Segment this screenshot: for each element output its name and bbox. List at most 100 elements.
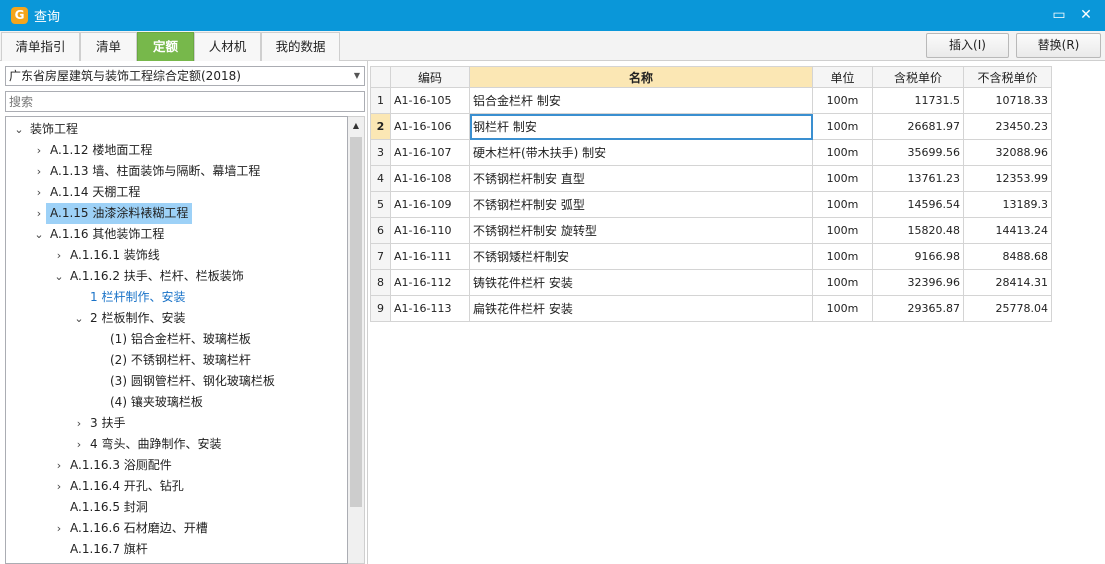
code-cell[interactable]: A1-16-113 xyxy=(390,295,470,322)
price-notax-cell[interactable]: 25778.04 xyxy=(963,295,1052,322)
name-cell[interactable]: 不锈钢栏杆制安 弧型 xyxy=(469,191,813,218)
row-index[interactable]: 9 xyxy=(370,295,391,322)
name-cell[interactable]: 不锈钢矮栏杆制安 xyxy=(469,243,813,270)
price-notax-cell[interactable]: 14413.24 xyxy=(963,217,1052,244)
tree-node[interactable]: 1 栏杆制作、安装 xyxy=(6,287,347,308)
unit-cell[interactable]: 100m xyxy=(812,217,873,244)
row-index[interactable]: 7 xyxy=(370,243,391,270)
chevron-right-icon[interactable]: › xyxy=(32,140,46,161)
chevron-right-icon[interactable]: › xyxy=(52,245,66,266)
tree-node[interactable]: ⌄ 装饰工程 xyxy=(6,119,347,140)
tree-node[interactable]: › A.1.16.3 浴厕配件 xyxy=(6,455,347,476)
unit-cell[interactable]: 100m xyxy=(812,139,873,166)
name-cell[interactable]: 不锈钢栏杆制安 旋转型 xyxy=(469,217,813,244)
tree-node[interactable]: › A.1.16.4 开孔、钻孔 xyxy=(6,476,347,497)
tree-node[interactable]: › A.1.13 墙、柱面装饰与隔断、幕墙工程 xyxy=(6,161,347,182)
tree-node[interactable]: ⌄ A.1.16.2 扶手、栏杆、栏板装饰 xyxy=(6,266,347,287)
column-header-price-tax[interactable]: 含税单价 xyxy=(872,66,964,88)
insert-button[interactable]: 插入(I) xyxy=(926,33,1009,58)
tree-scrollbar[interactable]: ▲ xyxy=(348,116,365,564)
chevron-down-icon[interactable]: ⌄ xyxy=(32,224,46,245)
table-row[interactable]: 3 A1-16-107 硬木栏杆(带木扶手) 制安 100m 35699.56 32088… xyxy=(370,139,1052,166)
name-cell[interactable]: 不锈钢栏杆制安 直型 xyxy=(469,165,813,192)
code-cell[interactable]: A1-16-110 xyxy=(390,217,470,244)
replace-button[interactable]: 替换(R) xyxy=(1016,33,1101,58)
tab-list[interactable]: 清单 xyxy=(80,32,137,61)
row-index[interactable]: 1 xyxy=(370,87,391,114)
tree-node[interactable]: (4) 镶夹玻璃栏板 xyxy=(6,392,347,413)
search-input[interactable] xyxy=(5,91,365,112)
code-cell[interactable]: A1-16-108 xyxy=(390,165,470,192)
row-index[interactable]: 3 xyxy=(370,139,391,166)
price-tax-cell[interactable]: 13761.23 xyxy=(872,165,964,192)
table-row[interactable]: 9 A1-16-113 扁铁花件栏杆 安装 100m 29365.87 25778.04 xyxy=(370,295,1052,322)
price-tax-cell[interactable]: 26681.97 xyxy=(872,113,964,140)
name-cell[interactable]: 钢栏杆 制安 xyxy=(469,113,813,140)
price-notax-cell[interactable]: 10718.33 xyxy=(963,87,1052,114)
unit-cell[interactable]: 100m xyxy=(812,113,873,140)
price-tax-cell[interactable]: 11731.5 xyxy=(872,87,964,114)
table-row[interactable]: 1 A1-16-105 铝合金栏杆 制安 100m 11731.5 10718.33 xyxy=(370,87,1052,114)
chevron-down-icon[interactable]: ⌄ xyxy=(12,119,26,140)
price-notax-cell[interactable]: 13189.3 xyxy=(963,191,1052,218)
name-cell[interactable]: 铸铁花件栏杆 安装 xyxy=(469,269,813,296)
tree-node[interactable]: ⌄ 2 栏板制作、安装 xyxy=(6,308,347,329)
tab-list-guide[interactable]: 清单指引 xyxy=(1,32,80,61)
tree-node[interactable]: › A.1.12 楼地面工程 xyxy=(6,140,347,161)
unit-cell[interactable]: 100m xyxy=(812,165,873,192)
chevron-right-icon[interactable]: › xyxy=(72,413,86,434)
quota-library-select[interactable]: 广东省房屋建筑与装饰工程综合定额(2018) ▼ xyxy=(5,66,365,86)
close-icon[interactable]: ✕ xyxy=(1077,6,1095,24)
chevron-right-icon[interactable]: › xyxy=(32,161,46,182)
tree-node[interactable]: › 3 扶手 xyxy=(6,413,347,434)
row-index[interactable]: 5 xyxy=(370,191,391,218)
price-notax-cell[interactable]: 8488.68 xyxy=(963,243,1052,270)
table-row[interactable]: 7 A1-16-111 不锈钢矮栏杆制安 100m 9166.98 8488.68 xyxy=(370,243,1052,270)
code-cell[interactable]: A1-16-105 xyxy=(390,87,470,114)
row-index[interactable]: 4 xyxy=(370,165,391,192)
tree-node[interactable]: A.1.16.7 旗杆 xyxy=(6,539,347,560)
chevron-right-icon[interactable]: › xyxy=(52,476,66,497)
name-cell[interactable]: 硬木栏杆(带木扶手) 制安 xyxy=(469,139,813,166)
tree-node[interactable]: ⌄ A.1.16 其他装饰工程 xyxy=(6,224,347,245)
table-row[interactable]: 4 A1-16-108 不锈钢栏杆制安 直型 100m 13761.23 12353.99 xyxy=(370,165,1052,192)
chevron-right-icon[interactable]: › xyxy=(52,455,66,476)
price-tax-cell[interactable]: 29365.87 xyxy=(872,295,964,322)
tab-quota[interactable]: 定额 xyxy=(137,32,194,61)
tree-node[interactable]: (2) 不锈钢栏杆、玻璃栏杆 xyxy=(6,350,347,371)
price-notax-cell[interactable]: 28414.31 xyxy=(963,269,1052,296)
tree-node[interactable]: (3) 圆钢管栏杆、钢化玻璃栏板 xyxy=(6,371,347,392)
chevron-right-icon[interactable]: › xyxy=(72,434,86,455)
scroll-up-icon[interactable]: ▲ xyxy=(348,117,364,134)
unit-cell[interactable]: 100m xyxy=(812,295,873,322)
tree-node[interactable]: (1) 铝合金栏杆、玻璃栏板 xyxy=(6,329,347,350)
code-cell[interactable]: A1-16-106 xyxy=(390,113,470,140)
code-cell[interactable]: A1-16-112 xyxy=(390,269,470,296)
chevron-right-icon[interactable]: › xyxy=(52,518,66,539)
code-cell[interactable]: A1-16-109 xyxy=(390,191,470,218)
name-cell[interactable]: 铝合金栏杆 制安 xyxy=(469,87,813,114)
price-notax-cell[interactable]: 12353.99 xyxy=(963,165,1052,192)
price-notax-cell[interactable]: 23450.23 xyxy=(963,113,1052,140)
tree-node[interactable]: › A.1.14 天棚工程 xyxy=(6,182,347,203)
code-cell[interactable]: A1-16-111 xyxy=(390,243,470,270)
price-tax-cell[interactable]: 32396.96 xyxy=(872,269,964,296)
price-tax-cell[interactable]: 15820.48 xyxy=(872,217,964,244)
tree-node[interactable]: › A.1.16.1 装饰线 xyxy=(6,245,347,266)
tree-node[interactable]: › A.1.16.6 石材磨边、开槽 xyxy=(6,518,347,539)
code-cell[interactable]: A1-16-107 xyxy=(390,139,470,166)
price-tax-cell[interactable]: 14596.54 xyxy=(872,191,964,218)
price-tax-cell[interactable]: 9166.98 xyxy=(872,243,964,270)
row-index[interactable]: 8 xyxy=(370,269,391,296)
column-header-name[interactable]: 名称 xyxy=(469,66,813,88)
unit-cell[interactable]: 100m xyxy=(812,269,873,296)
table-row[interactable]: 6 A1-16-110 不锈钢栏杆制安 旋转型 100m 15820.48 14413.2… xyxy=(370,217,1052,244)
row-index[interactable]: 6 xyxy=(370,217,391,244)
column-header-price-notax[interactable]: 不含税单价 xyxy=(963,66,1052,88)
tab-my-data[interactable]: 我的数据 xyxy=(261,32,340,61)
name-cell[interactable]: 扁铁花件栏杆 安装 xyxy=(469,295,813,322)
price-notax-cell[interactable]: 32088.96 xyxy=(963,139,1052,166)
chevron-down-icon[interactable]: ⌄ xyxy=(52,266,66,287)
table-row[interactable]: 8 A1-16-112 铸铁花件栏杆 安装 100m 32396.96 28414.31 xyxy=(370,269,1052,296)
restore-icon[interactable]: ▭ xyxy=(1050,6,1068,24)
